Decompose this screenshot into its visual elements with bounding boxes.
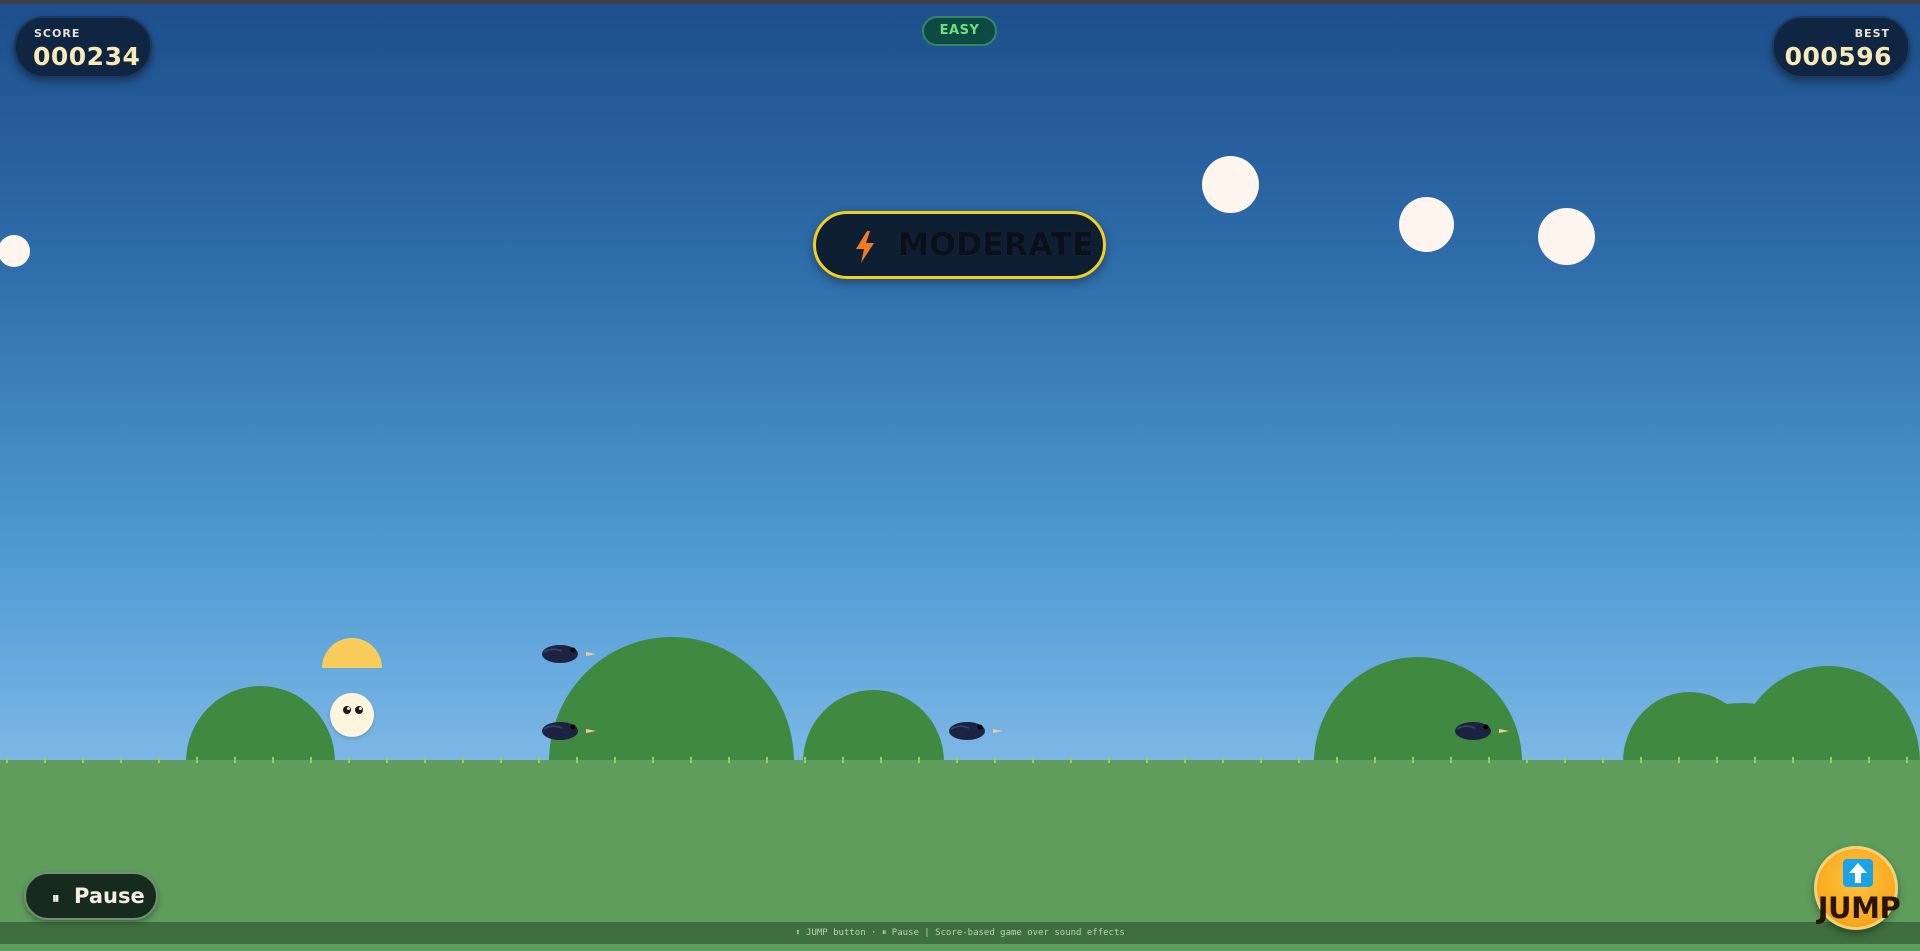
grass-tuft	[1602, 757, 1604, 763]
grass-tuft	[576, 757, 578, 763]
grass-tuft	[44, 757, 46, 763]
grass-tuft	[120, 757, 122, 763]
grass-tuft	[1488, 757, 1490, 763]
grass-tuft	[1868, 757, 1870, 763]
grass-tuft	[538, 757, 540, 763]
grass-tuft	[1830, 757, 1832, 763]
up-arrow-icon	[1843, 859, 1873, 887]
lightning-bolt-icon	[856, 231, 874, 263]
grass-tuft	[234, 757, 236, 763]
grass-tuft	[1754, 757, 1756, 763]
cloud	[1399, 197, 1454, 252]
banner-text: MODERATE	[898, 227, 1094, 263]
jump-label: JUMP	[1817, 891, 1901, 925]
grass-tuft	[1108, 757, 1110, 763]
grass-tuft	[500, 757, 502, 763]
grass-tuft	[956, 757, 958, 763]
jump-button[interactable]: JUMP	[1814, 846, 1901, 930]
grass-tuft	[1716, 757, 1718, 763]
bird-obstacle	[542, 645, 596, 663]
bottom-edge	[0, 944, 1920, 951]
grass-tuft	[614, 757, 616, 763]
player-eye	[343, 706, 351, 714]
help-text: ⬆ JUMP button · ⏸ Pause | Score-based ga…	[0, 922, 1920, 944]
grass-tuft	[272, 757, 274, 763]
best-score-panel: BEST 000596	[1772, 16, 1910, 78]
best-value: 000596	[1784, 42, 1892, 71]
grass-tuft	[1906, 757, 1908, 763]
grass-tuft	[1640, 757, 1642, 763]
grass-tuft	[1526, 757, 1528, 763]
grass-tuft	[1260, 757, 1262, 763]
grass-tuft	[1792, 757, 1794, 763]
grass-tuft	[1412, 757, 1414, 763]
grass-tuft	[462, 757, 464, 763]
cloud	[1202, 156, 1259, 213]
game-stage: SCORE 000234 EASY BEST 000596 MODERATE ⬆…	[0, 0, 1920, 951]
grass-tuft	[424, 757, 426, 763]
difficulty-badge: EASY	[922, 16, 997, 46]
score-panel: SCORE 000234	[14, 16, 152, 78]
grass-tuft	[310, 757, 312, 763]
grass-tuft	[690, 757, 692, 763]
grass-tuft	[804, 757, 806, 763]
grass-tuft	[766, 757, 768, 763]
player-character	[330, 693, 374, 737]
grass-tuft	[1184, 757, 1186, 763]
ground	[0, 760, 1920, 922]
grass-tufts	[6, 757, 1908, 763]
grass-tuft	[1450, 757, 1452, 763]
bird-obstacle	[1455, 722, 1509, 740]
bird-obstacle	[542, 722, 596, 740]
grass-tuft	[1146, 757, 1148, 763]
grass-tuft	[1298, 757, 1300, 763]
grass-tuft	[158, 757, 160, 763]
grass-tuft	[348, 757, 350, 763]
grass-tuft	[1336, 757, 1338, 763]
grass-tuft	[728, 757, 730, 763]
grass-tuft	[82, 757, 84, 763]
score-value: 000234	[33, 42, 141, 71]
grass-tuft	[1222, 757, 1224, 763]
player-eye	[355, 706, 363, 714]
grass-tuft	[918, 757, 920, 763]
grass-tuft	[880, 757, 882, 763]
pause-icon: ⏸	[52, 889, 60, 907]
difficulty-change-banner: MODERATE	[813, 211, 1106, 279]
grass-tuft	[1678, 757, 1680, 763]
grass-tuft	[1070, 757, 1072, 763]
grass-tuft	[994, 757, 996, 763]
sky-background	[0, 4, 1920, 761]
best-label: BEST	[1854, 27, 1890, 40]
grass-tuft	[196, 757, 198, 763]
grass-tuft	[1564, 757, 1566, 763]
score-label: SCORE	[34, 27, 81, 40]
bird-obstacle	[949, 722, 1003, 740]
grass-tuft	[1374, 757, 1376, 763]
pause-button[interactable]: ⏸ Pause	[24, 872, 158, 920]
cloud	[1538, 208, 1595, 265]
pause-label: Pause	[74, 884, 145, 908]
grass-tuft	[386, 757, 388, 763]
grass-tuft	[652, 757, 654, 763]
grass-tuft	[842, 757, 844, 763]
grass-tuft	[6, 757, 8, 763]
grass-tuft	[1032, 757, 1034, 763]
